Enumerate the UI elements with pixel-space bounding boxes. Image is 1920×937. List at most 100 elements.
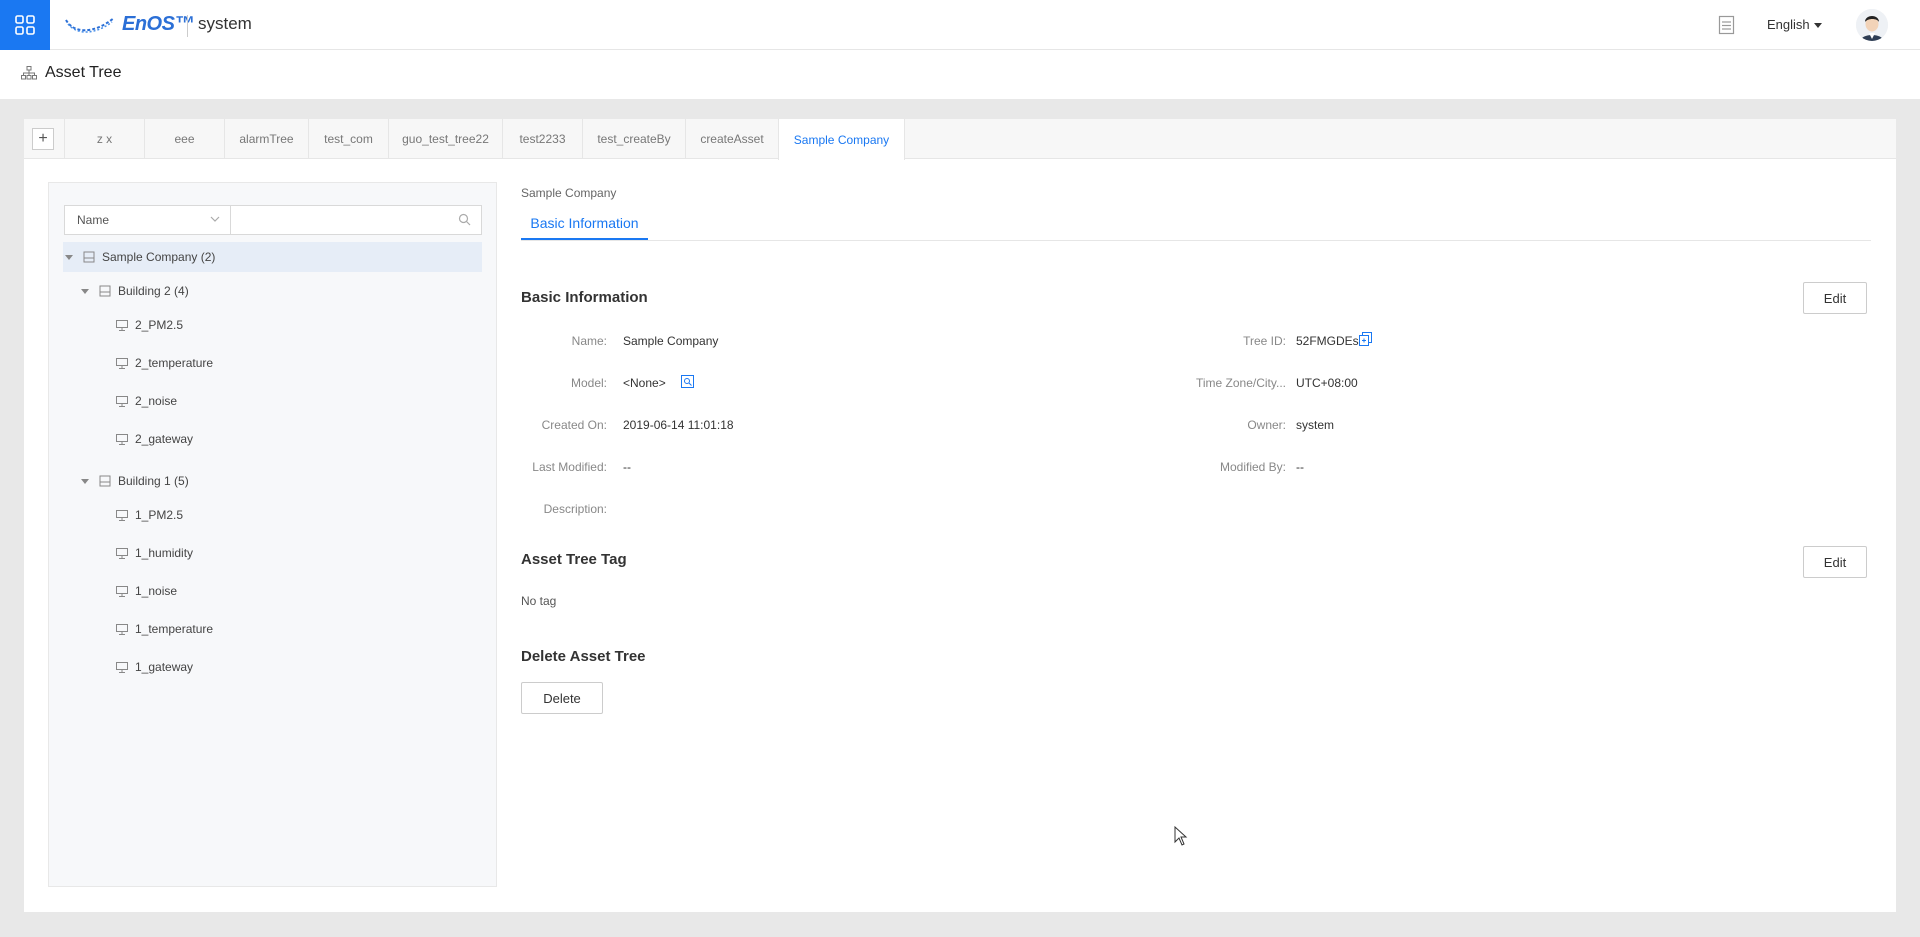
- apps-grid-button[interactable]: [0, 0, 50, 50]
- tree-node-device[interactable]: 2_gateway: [116, 424, 193, 454]
- created-label: Created On:: [541, 418, 607, 432]
- tree-tab[interactable]: alarmTree: [224, 119, 308, 159]
- add-tree-button[interactable]: +: [32, 128, 54, 150]
- tree-node-device[interactable]: 2_PM2.5: [116, 310, 183, 340]
- tree-id-label: Tree ID:: [1243, 334, 1286, 348]
- tree-node-device[interactable]: 1_gateway: [116, 652, 193, 682]
- modified-by-value: --: [1296, 460, 1304, 474]
- tree-tab[interactable]: eee: [144, 119, 224, 159]
- edit-tag-button[interactable]: Edit: [1803, 546, 1867, 578]
- tree-node-device[interactable]: 2_noise: [116, 386, 177, 416]
- top-bar: EnOS™ system English: [0, 0, 1920, 50]
- name-value: Sample Company: [623, 334, 719, 348]
- tree-tab[interactable]: z x: [64, 119, 144, 159]
- tree-tab-active[interactable]: Sample Company: [778, 119, 905, 160]
- tree-node-device[interactable]: 1_noise: [116, 576, 177, 606]
- section-title-tag: Asset Tree Tag: [521, 551, 627, 568]
- device-icon: [116, 661, 128, 673]
- edit-basic-button[interactable]: Edit: [1803, 282, 1867, 314]
- model-label: Model:: [570, 376, 607, 390]
- model-value: <None>: [623, 376, 666, 390]
- tab-divider: [521, 240, 1871, 241]
- logo-text: EnOS™: [122, 13, 194, 35]
- tree-search-input[interactable]: [230, 205, 482, 235]
- search-icon[interactable]: [458, 213, 471, 226]
- language-label: English: [1767, 17, 1810, 32]
- device-icon: [116, 319, 128, 331]
- page-header: Asset Tree: [0, 50, 1920, 99]
- main-panel: + z x eee alarmTree test_com guo_test_tr…: [24, 119, 1896, 912]
- tree-node-label: Building 2 (4): [118, 284, 189, 298]
- avatar[interactable]: [1856, 9, 1888, 41]
- asset-tree-panel: Name Sample Company (2) Building 2 (4) 2…: [48, 182, 497, 887]
- caret-down-icon: [1813, 23, 1822, 29]
- tree-node-building-2[interactable]: Building 2 (4): [81, 276, 189, 306]
- enos-logo-icon: [65, 16, 115, 33]
- tree-node-label: 2_PM2.5: [135, 318, 184, 332]
- logo-divider: [187, 15, 188, 37]
- timezone-label: Time Zone/City...: [1195, 376, 1286, 390]
- tree-node-root[interactable]: Sample Company (2): [63, 242, 482, 272]
- tree-tab[interactable]: guo_test_tree22: [388, 119, 502, 159]
- document-icon[interactable]: [1718, 15, 1735, 38]
- tree-tab[interactable]: createAsset: [685, 119, 778, 159]
- breadcrumb: Sample Company: [521, 186, 617, 200]
- search-field-select[interactable]: Name: [64, 205, 231, 235]
- page-title: Asset Tree: [45, 64, 122, 81]
- last-modified-value: --: [623, 460, 631, 474]
- device-icon: [116, 433, 128, 445]
- app-name: system: [198, 14, 252, 33]
- description-label: Description:: [543, 502, 607, 516]
- tree-node-building-1[interactable]: Building 1 (5): [81, 466, 189, 496]
- tree-node-label: 1_temperature: [135, 622, 214, 636]
- tree-tab[interactable]: test_createBy: [582, 119, 685, 159]
- section-title-delete: Delete Asset Tree: [521, 648, 646, 665]
- owner-value: system: [1296, 418, 1335, 432]
- device-icon: [116, 547, 128, 559]
- tree-node-label: 2_gateway: [135, 432, 194, 446]
- tree-tab[interactable]: test2233: [502, 119, 582, 159]
- tree-node-label: 1_gateway: [135, 660, 194, 674]
- device-icon: [116, 623, 128, 635]
- name-label: Name:: [571, 334, 607, 348]
- building-icon: [83, 251, 95, 263]
- modified-by-label: Modified By:: [1219, 460, 1286, 474]
- device-icon: [116, 357, 128, 369]
- mouse-cursor-icon: [1174, 826, 1188, 846]
- last-modified-label: Last Modified:: [532, 460, 607, 474]
- owner-label: Owner:: [1247, 418, 1286, 432]
- section-title-basic: Basic Information: [521, 289, 648, 306]
- tree-node-label: 2_temperature: [135, 356, 214, 370]
- tree-node-label: 1_PM2.5: [135, 508, 184, 522]
- caret-down-icon[interactable]: [65, 254, 73, 260]
- hierarchy-icon: [21, 66, 37, 83]
- tree-node-label: 2_noise: [135, 394, 178, 408]
- caret-down-icon[interactable]: [81, 478, 89, 484]
- tree-node-device[interactable]: 2_temperature: [116, 348, 213, 378]
- chevron-down-icon: [210, 216, 220, 222]
- building-icon: [99, 475, 111, 487]
- device-icon: [116, 509, 128, 521]
- tree-node-device[interactable]: 1_temperature: [116, 614, 213, 644]
- tab-basic-information[interactable]: Basic Information: [521, 208, 648, 240]
- tree-tab-bar: + z x eee alarmTree test_com guo_test_tr…: [24, 119, 1896, 160]
- building-icon: [99, 285, 111, 297]
- delete-button[interactable]: Delete: [521, 682, 603, 714]
- tree-id-value: 52FMGDEs: [1296, 334, 1359, 348]
- created-value: 2019-06-14 11:01:18: [623, 418, 734, 432]
- no-tag-text: No tag: [521, 594, 557, 608]
- view-model-icon[interactable]: [681, 375, 694, 388]
- caret-down-icon[interactable]: [81, 288, 89, 294]
- tree-tab[interactable]: test_com: [308, 119, 388, 159]
- copy-icon[interactable]: [1359, 332, 1372, 346]
- tree-node-label: Sample Company (2): [102, 250, 216, 264]
- tree-node-label: 1_humidity: [135, 546, 194, 560]
- search-field-label: Name: [77, 213, 110, 227]
- enos-logo[interactable]: EnOS™: [64, 13, 194, 36]
- device-icon: [116, 585, 128, 597]
- language-dropdown[interactable]: English: [1767, 17, 1822, 32]
- tree-node-device[interactable]: 1_PM2.5: [116, 500, 183, 530]
- tree-node-device[interactable]: 1_humidity: [116, 538, 193, 568]
- tree-node-label: Building 1 (5): [118, 474, 189, 488]
- device-icon: [116, 395, 128, 407]
